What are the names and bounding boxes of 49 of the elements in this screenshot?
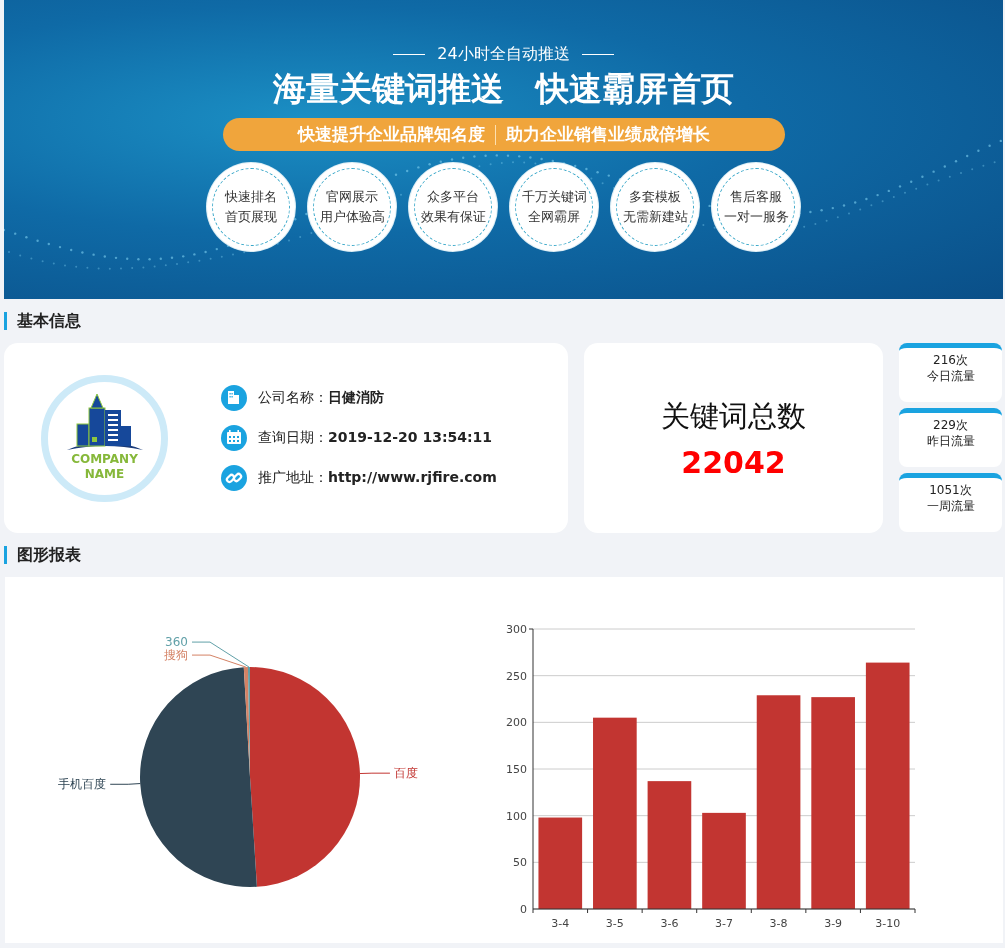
y-tick-label: 100 (506, 809, 527, 823)
pie-label: 搜狗 (164, 648, 188, 663)
y-tick-label: 50 (513, 856, 527, 870)
logo-text: COMPANY (71, 452, 138, 467)
x-tick-label: 3-4 (551, 917, 570, 930)
banner-headline: 快速霸屏首页 (536, 68, 734, 110)
info-field-text: 查询日期：2019-12-20 13:54:11 (258, 429, 493, 447)
building-icon (221, 385, 247, 411)
traffic-count: 1051次 (929, 482, 972, 498)
x-tick-label: 3-8 (769, 917, 788, 930)
logo-text: NAME (84, 467, 125, 482)
traffic-label: 一周流量 (926, 498, 975, 514)
section-title: 图形报表 (17, 544, 81, 566)
banner-subtitle: 24小时全自动推送 (437, 44, 570, 65)
y-tick-label: 250 (506, 669, 527, 683)
y-tick-label: 200 (506, 716, 527, 730)
traffic-count: 229次 (933, 417, 968, 433)
calendar-icon (221, 425, 247, 451)
feature-text: 快速排名 首页展现 (225, 188, 277, 226)
keyword-total-label: 关键词总数 (661, 397, 806, 435)
x-tick-label: 3-5 (605, 917, 624, 930)
y-tick-label: 0 (520, 903, 527, 916)
traffic-count: 216次 (933, 352, 968, 368)
link-icon (221, 465, 247, 491)
feature-text: 官网展示 用户体验高 (319, 188, 385, 226)
leader-line (359, 772, 391, 775)
banner-headline: 海量关键词推送 (273, 68, 504, 110)
pie-label: 360 (165, 635, 188, 650)
x-tick-label: 3-10 (875, 917, 901, 930)
info-field-text: 公司名称：日健消防 (258, 389, 384, 407)
section-title: 基本信息 (17, 310, 81, 332)
y-tick-label: 300 (506, 623, 527, 636)
feature-text: 千万关键词 全网霸屏 (521, 188, 587, 226)
x-tick-label: 3-9 (824, 917, 843, 930)
keyword-total-value: 22042 (681, 444, 786, 480)
x-tick-label: 3-6 (660, 917, 679, 930)
feature-text: 众多平台 效果有保证 (420, 188, 486, 226)
slogan-text: 快速提升企业品牌知名度 (297, 123, 485, 146)
traffic-label: 今日流量 (926, 368, 975, 384)
slogan-text: 助力企业销售业绩成倍增长 (505, 123, 710, 146)
traffic-label: 昨日流量 (926, 433, 975, 449)
pie-label: 手机百度 (58, 777, 107, 792)
feature-text: 售后客服 一对一服务 (723, 188, 789, 226)
feature-text: 多套模板 无需新建站 (622, 188, 688, 226)
pie-label: 百度 (393, 766, 418, 781)
info-field-text: 推广地址：http://www.rjfire.com (258, 469, 497, 487)
y-tick-label: 150 (506, 763, 527, 776)
x-tick-label: 3-7 (715, 917, 733, 930)
leader-line (109, 783, 141, 785)
